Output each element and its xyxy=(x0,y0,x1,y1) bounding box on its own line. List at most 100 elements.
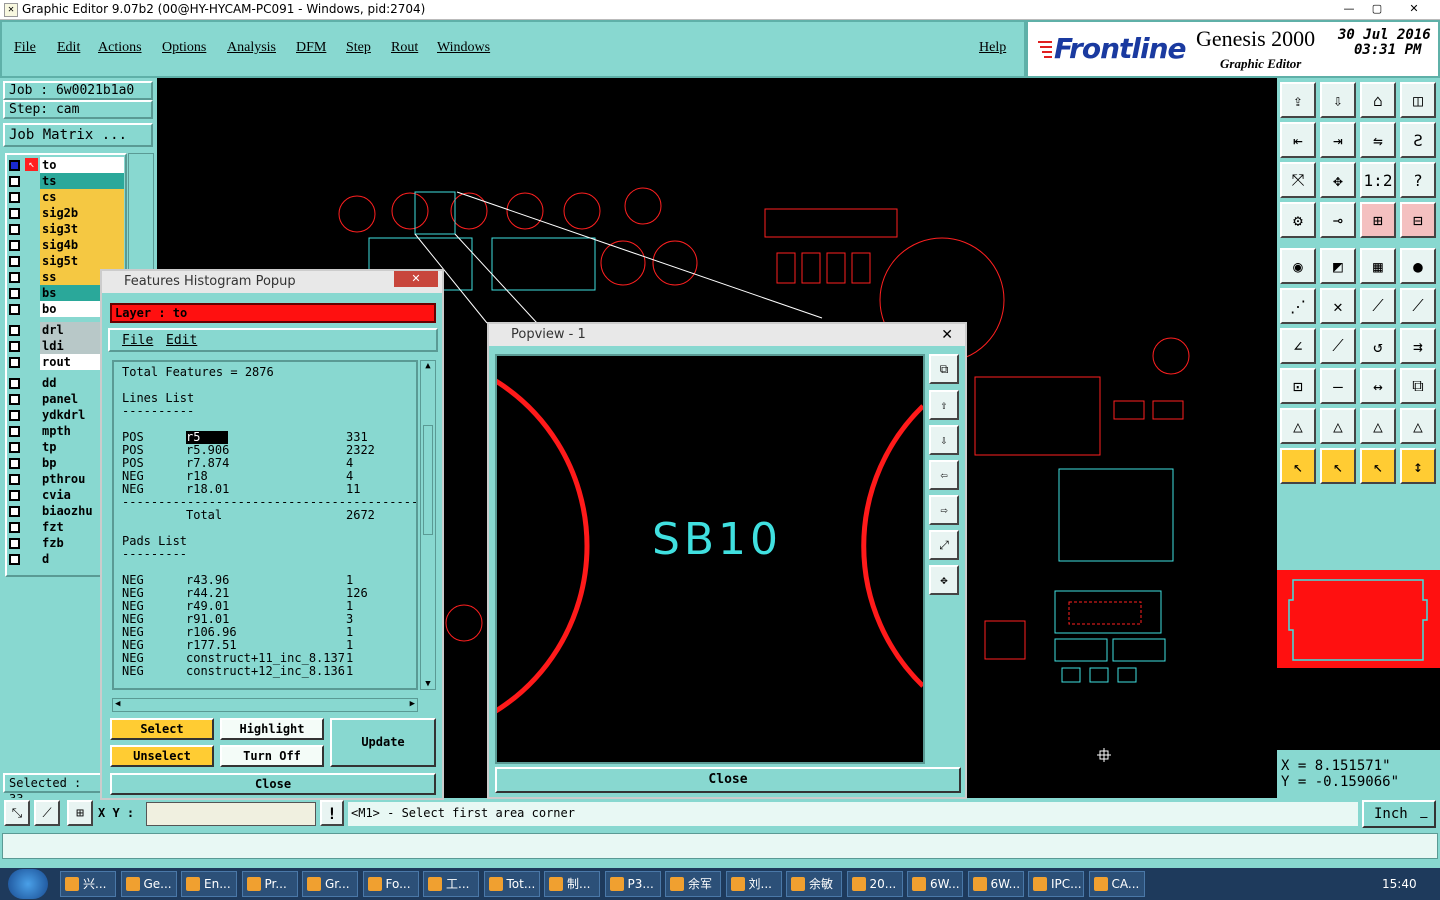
overview-map[interactable] xyxy=(1277,570,1440,668)
units-select[interactable]: Inch ⚊ xyxy=(1362,800,1436,828)
layer-checkbox[interactable] xyxy=(9,538,20,549)
popview-zoom-out-icon[interactable]: ✥ xyxy=(929,565,959,595)
layer-checkbox[interactable] xyxy=(9,394,20,405)
layer-checkbox[interactable] xyxy=(9,240,20,251)
resize-icon[interactable]: ↔ xyxy=(1360,368,1396,404)
measure-icon[interactable]: ⟋ xyxy=(34,800,60,826)
layer-checkbox[interactable] xyxy=(9,224,20,235)
taskbar-item[interactable]: 兴... xyxy=(60,871,116,897)
alert-icon[interactable]: ! xyxy=(320,800,344,826)
layer-row-sig2b[interactable]: sig2b xyxy=(6,205,124,221)
unselect-button[interactable]: Unselect xyxy=(110,745,214,767)
taskbar-item[interactable]: CA... xyxy=(1088,871,1145,897)
swap-icon[interactable]: ⇋ xyxy=(1360,122,1396,158)
taskbar-item[interactable]: En... xyxy=(181,871,237,897)
layer-checkbox[interactable] xyxy=(9,522,20,533)
copy-icon[interactable]: ⧉ xyxy=(1400,368,1436,404)
layer-checkbox[interactable] xyxy=(9,208,20,219)
triangle-icon[interactable]: △ xyxy=(1280,408,1316,444)
layer-checkbox[interactable] xyxy=(9,442,20,453)
histogram-menu-file[interactable]: File xyxy=(122,333,153,348)
highlight-button[interactable]: Highlight xyxy=(220,718,324,740)
layer-checkbox[interactable] xyxy=(9,357,20,368)
histogram-close-icon[interactable]: ✕ xyxy=(394,271,438,287)
settings-icon[interactable]: ⚙ xyxy=(1280,202,1316,238)
pads-row[interactable]: NEG construct+12_inc_8.136 1 xyxy=(122,665,416,678)
xy-input[interactable] xyxy=(146,802,316,826)
job-matrix-button[interactable]: Job Matrix ... xyxy=(3,123,153,147)
turn-off-button[interactable]: Turn Off xyxy=(220,745,324,767)
menu-analysis[interactable]: Analysis xyxy=(227,40,276,56)
command-line[interactable] xyxy=(2,833,1438,859)
menu-rout[interactable]: Rout xyxy=(391,40,418,56)
popview-zoom-in-icon[interactable]: ⤢ xyxy=(929,530,959,560)
scroll-thumb[interactable] xyxy=(423,425,433,535)
move-down-icon[interactable]: ⇩ xyxy=(1320,82,1356,118)
probe-icon[interactable]: ⊸ xyxy=(1320,202,1356,238)
cross-icon[interactable]: ✕ xyxy=(1320,288,1356,324)
layer-row-sig4b[interactable]: sig4b xyxy=(6,237,124,253)
triangle2-icon[interactable]: △ xyxy=(1320,408,1356,444)
lines-row[interactable]: NEG r18.01 11 xyxy=(122,483,416,496)
scroll-down-icon[interactable]: ▼ xyxy=(421,679,435,689)
histogram-close-button[interactable]: Close xyxy=(110,773,436,795)
layer-checkbox[interactable] xyxy=(9,256,20,267)
layer-row-sig5t[interactable]: sig5t xyxy=(6,253,124,269)
lines-row[interactable]: POS r5.906 2322 xyxy=(122,444,416,457)
taskbar-item[interactable]: 20... xyxy=(846,871,903,897)
line2-icon[interactable]: ⟋ xyxy=(1400,288,1436,324)
pan-left-icon[interactable]: ⇤ xyxy=(1280,122,1316,158)
popview-close-button[interactable]: Close xyxy=(495,767,961,793)
menu-step[interactable]: Step xyxy=(346,40,371,56)
layer-checkbox[interactable] xyxy=(9,192,20,203)
fit-icon[interactable]: ⤧ xyxy=(1280,162,1316,198)
select-button[interactable]: Select xyxy=(110,718,214,740)
layer-checkbox[interactable] xyxy=(9,325,20,336)
taskbar-item[interactable]: IPC... xyxy=(1028,871,1084,897)
grid-icon[interactable]: ⊞ xyxy=(67,800,93,826)
popview-canvas[interactable]: SB10 xyxy=(489,354,925,764)
taskbar-item[interactable]: 刘... xyxy=(725,871,782,897)
ruler-icon[interactable]: ▦ xyxy=(1360,248,1396,284)
layer-checkbox[interactable] xyxy=(9,176,20,187)
taskbar-item[interactable]: Gr... xyxy=(302,871,358,897)
center-icon[interactable]: ✥ xyxy=(1320,162,1356,198)
move-up-icon[interactable]: ⇪ xyxy=(1280,82,1316,118)
slash-icon[interactable]: ⟋ xyxy=(1320,328,1356,364)
popview-down-icon[interactable]: ⇩ xyxy=(929,425,959,455)
layer-checkbox[interactable] xyxy=(9,341,20,352)
taskbar-item[interactable]: 余敏 xyxy=(786,871,842,897)
net2-icon[interactable]: ⊟ xyxy=(1400,202,1436,238)
layer-checkbox[interactable] xyxy=(9,272,20,283)
layer-row-sig3t[interactable]: sig3t xyxy=(6,221,124,237)
scroll-up-icon[interactable]: ▲ xyxy=(421,361,435,375)
pads-row[interactable]: NEG r106.96 1 xyxy=(122,626,416,639)
pads-row[interactable]: NEG r44.21 126 xyxy=(122,587,416,600)
scroll-right-icon[interactable]: ▶ xyxy=(410,699,415,709)
taskbar-item[interactable]: 6W... xyxy=(907,871,963,897)
pads-row[interactable]: NEG r43.96 1 xyxy=(122,574,416,587)
taskbar-item[interactable]: Ge... xyxy=(120,871,177,897)
layer-checkbox[interactable] xyxy=(9,378,20,389)
layer-checkbox[interactable] xyxy=(9,160,20,171)
panel-icon[interactable]: ◫ xyxy=(1400,82,1436,118)
minus-icon[interactable]: — xyxy=(1320,368,1356,404)
query-icon[interactable]: ? xyxy=(1400,162,1436,198)
menu-windows[interactable]: Windows xyxy=(437,40,490,56)
histogram-vscroll[interactable]: ▲ ▼ xyxy=(420,360,436,690)
scale-icon[interactable]: 1:2 xyxy=(1360,162,1396,198)
layer-row-cs[interactable]: cs xyxy=(6,189,124,205)
layer-checkbox[interactable] xyxy=(9,474,20,485)
taskbar-item[interactable]: 制... xyxy=(544,871,600,897)
taskbar-item[interactable]: P3... xyxy=(604,871,661,897)
pointer4-icon[interactable]: ↕ xyxy=(1400,448,1436,484)
popview-left-icon[interactable]: ⇦ xyxy=(929,460,959,490)
pads-row[interactable]: NEG r91.01 3 xyxy=(122,613,416,626)
menu-help[interactable]: Help xyxy=(979,40,1006,56)
connect-icon[interactable]: ⋰ xyxy=(1280,288,1316,324)
layer-checkbox[interactable] xyxy=(9,426,20,437)
triangle4-icon[interactable]: △ xyxy=(1400,408,1436,444)
taskbar-item[interactable]: 6W... xyxy=(967,871,1024,897)
pointer3-icon[interactable]: ↖ xyxy=(1360,448,1396,484)
taskbar-item[interactable]: Tot... xyxy=(483,871,540,897)
